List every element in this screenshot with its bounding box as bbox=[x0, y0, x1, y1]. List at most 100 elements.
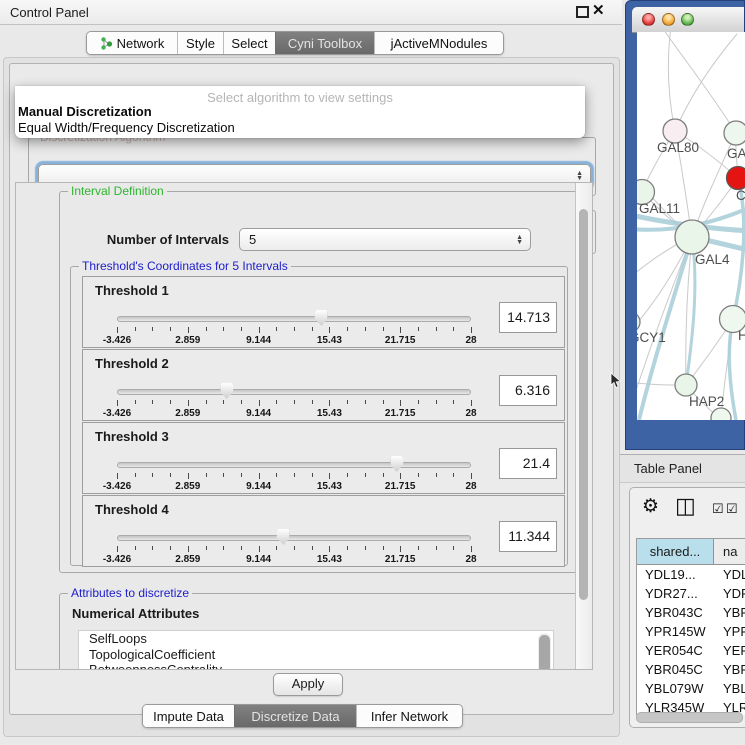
threshold-1-slider[interactable]: -3.4262.8599.14415.4321.71528 bbox=[117, 309, 471, 345]
mac-minimize-button[interactable] bbox=[662, 13, 675, 26]
network-node[interactable] bbox=[675, 374, 697, 396]
tab-impute-data[interactable]: Impute Data bbox=[143, 705, 234, 727]
network-canvas[interactable]: GAL80GACYGAL11GAL4HAGCY1HAP2 bbox=[637, 32, 745, 420]
slider-thumb[interactable] bbox=[277, 529, 290, 545]
threshold-1-box: Threshold 1 -3.4262.8599.14415.4321.7152… bbox=[82, 276, 565, 348]
slider-tick-label: -3.426 bbox=[103, 335, 131, 346]
horizontal-scrollbar[interactable] bbox=[636, 712, 743, 722]
slider-tick bbox=[206, 546, 207, 550]
number-of-intervals-combo[interactable]: 5 ▲▼ bbox=[239, 228, 531, 251]
vertical-scrollbar[interactable] bbox=[575, 183, 592, 669]
tab-cyni-toolbox[interactable]: Cyni Toolbox bbox=[275, 32, 374, 54]
network-node-label: GA bbox=[727, 146, 745, 161]
slider-tick bbox=[135, 546, 136, 550]
table-row[interactable]: YDL19...YDL1 bbox=[637, 565, 745, 584]
float-window-icon[interactable] bbox=[576, 6, 589, 18]
popup-item-manual-discretization[interactable]: Manual Discretization bbox=[18, 104, 152, 119]
slider-tick bbox=[329, 327, 330, 333]
slider-track[interactable] bbox=[117, 462, 471, 468]
slider-tick-label: 21.715 bbox=[385, 408, 416, 419]
table-body: YDL19...YDL1YDR27...YDR2YBR043CYBR0YPR14… bbox=[637, 565, 745, 715]
attribute-item[interactable]: BetweennessCentrality bbox=[79, 662, 553, 670]
table-cell: YDR27... bbox=[637, 584, 714, 603]
slider-thumb[interactable] bbox=[220, 383, 233, 399]
threshold-value-field[interactable]: 21.4 bbox=[499, 448, 557, 479]
threshold-value-field[interactable]: 14.713 bbox=[499, 302, 557, 333]
slider-tick bbox=[223, 327, 224, 331]
network-node-label: CY bbox=[736, 188, 745, 203]
network-node[interactable] bbox=[724, 121, 745, 145]
slider-tick bbox=[223, 546, 224, 550]
split-column-icon[interactable]: ◫ bbox=[675, 493, 696, 519]
threshold-value-field[interactable]: 6.316 bbox=[499, 375, 557, 406]
slider-tick bbox=[223, 473, 224, 477]
network-node[interactable] bbox=[675, 220, 709, 254]
slider-tick bbox=[347, 473, 348, 477]
popup-item-equal-width-frequency[interactable]: Equal Width/Frequency Discretization bbox=[18, 120, 235, 135]
tab-select[interactable]: Select bbox=[223, 32, 275, 54]
table-row[interactable]: YER054CYER0 bbox=[637, 641, 745, 660]
network-view-window[interactable]: GAL80GACYGAL11GAL4HAGCY1HAP2 bbox=[625, 0, 745, 450]
table-row[interactable]: YPR145WYPR1 bbox=[637, 622, 745, 641]
threshold-4-slider[interactable]: -3.4262.8599.14415.4321.71528 bbox=[117, 528, 471, 564]
tab-discretize-data[interactable]: Discretize Data bbox=[234, 705, 356, 727]
threshold-2-slider[interactable]: -3.4262.8599.14415.4321.71528 bbox=[117, 382, 471, 418]
slider-tick bbox=[329, 473, 330, 479]
slider-tick bbox=[365, 327, 366, 331]
mac-zoom-button[interactable] bbox=[681, 13, 694, 26]
network-node[interactable] bbox=[637, 312, 640, 332]
slider-tick bbox=[223, 400, 224, 404]
slider-thumb[interactable] bbox=[390, 456, 403, 472]
tab-infer-network[interactable]: Infer Network bbox=[356, 705, 462, 727]
slider-tick-labels: -3.4262.8599.14415.4321.71528 bbox=[117, 408, 471, 419]
scrollbar-thumb[interactable] bbox=[579, 209, 588, 600]
scrollbar-thumb[interactable] bbox=[636, 712, 743, 723]
slider-tick bbox=[453, 473, 454, 477]
settings-scroll-area: Interval Definition Number of Intervals … bbox=[15, 182, 593, 670]
column-header-name[interactable]: na bbox=[714, 539, 745, 565]
slider-tick bbox=[294, 546, 295, 550]
slider-tick bbox=[206, 400, 207, 404]
slider-track[interactable] bbox=[117, 535, 471, 541]
network-node[interactable] bbox=[711, 408, 731, 420]
tab-label: Discretize Data bbox=[251, 709, 339, 724]
slider-tick bbox=[276, 546, 277, 550]
table-row[interactable]: YBR043CYBR0 bbox=[637, 603, 745, 622]
slider-tick bbox=[135, 327, 136, 331]
checkbox-icon[interactable]: ☑ bbox=[726, 501, 738, 517]
attribute-item[interactable]: TopologicalCoefficient bbox=[79, 647, 553, 663]
slider-tick-label: 15.43 bbox=[317, 554, 342, 565]
numerical-attributes-list[interactable]: SelfLoopsTopologicalCoefficientBetweenne… bbox=[78, 630, 554, 670]
table-row[interactable]: YBR045CYBR0 bbox=[637, 660, 745, 679]
slider-tick bbox=[347, 400, 348, 404]
apply-button[interactable]: Apply bbox=[273, 673, 343, 696]
tab-jactivemnodules[interactable]: jActiveMNodules bbox=[374, 32, 503, 54]
tab-style[interactable]: Style bbox=[177, 32, 223, 54]
close-icon[interactable]: ✕ bbox=[592, 2, 605, 20]
slider-tick-label: 28 bbox=[465, 335, 476, 346]
gear-icon[interactable]: ⚙ bbox=[642, 495, 659, 518]
tab-network[interactable]: Network bbox=[87, 32, 177, 54]
slider-tick bbox=[188, 546, 189, 552]
network-node-selected[interactable] bbox=[727, 167, 745, 190]
bottom-tab-bar: Impute Data Discretize Data Infer Networ… bbox=[142, 704, 463, 728]
tab-label: Infer Network bbox=[371, 709, 448, 724]
threshold-value-field[interactable]: 11.344 bbox=[499, 521, 557, 552]
checkbox-icon[interactable]: ☑ bbox=[712, 501, 724, 517]
slider-thumb[interactable] bbox=[315, 310, 328, 326]
list-scrollbar[interactable] bbox=[538, 633, 551, 670]
numerical-attributes-label: Numerical Attributes bbox=[72, 606, 199, 621]
slider-tick bbox=[276, 327, 277, 331]
table-row[interactable]: YBL079WYBL0 bbox=[637, 679, 745, 698]
slider-track[interactable] bbox=[117, 316, 471, 322]
slider-tick bbox=[312, 400, 313, 404]
slider-track[interactable] bbox=[117, 389, 471, 395]
attribute-item[interactable]: SelfLoops bbox=[79, 631, 553, 647]
slider-tick bbox=[294, 473, 295, 477]
threshold-3-slider[interactable]: -3.4262.8599.14415.4321.71528 bbox=[117, 455, 471, 491]
table-row[interactable]: YDR27...YDR2 bbox=[637, 584, 745, 603]
scrollbar-thumb[interactable] bbox=[539, 635, 550, 670]
group-title: Attributes to discretize bbox=[68, 586, 192, 600]
column-header-shared-name[interactable]: shared... bbox=[637, 539, 714, 565]
mac-close-button[interactable] bbox=[642, 13, 655, 26]
